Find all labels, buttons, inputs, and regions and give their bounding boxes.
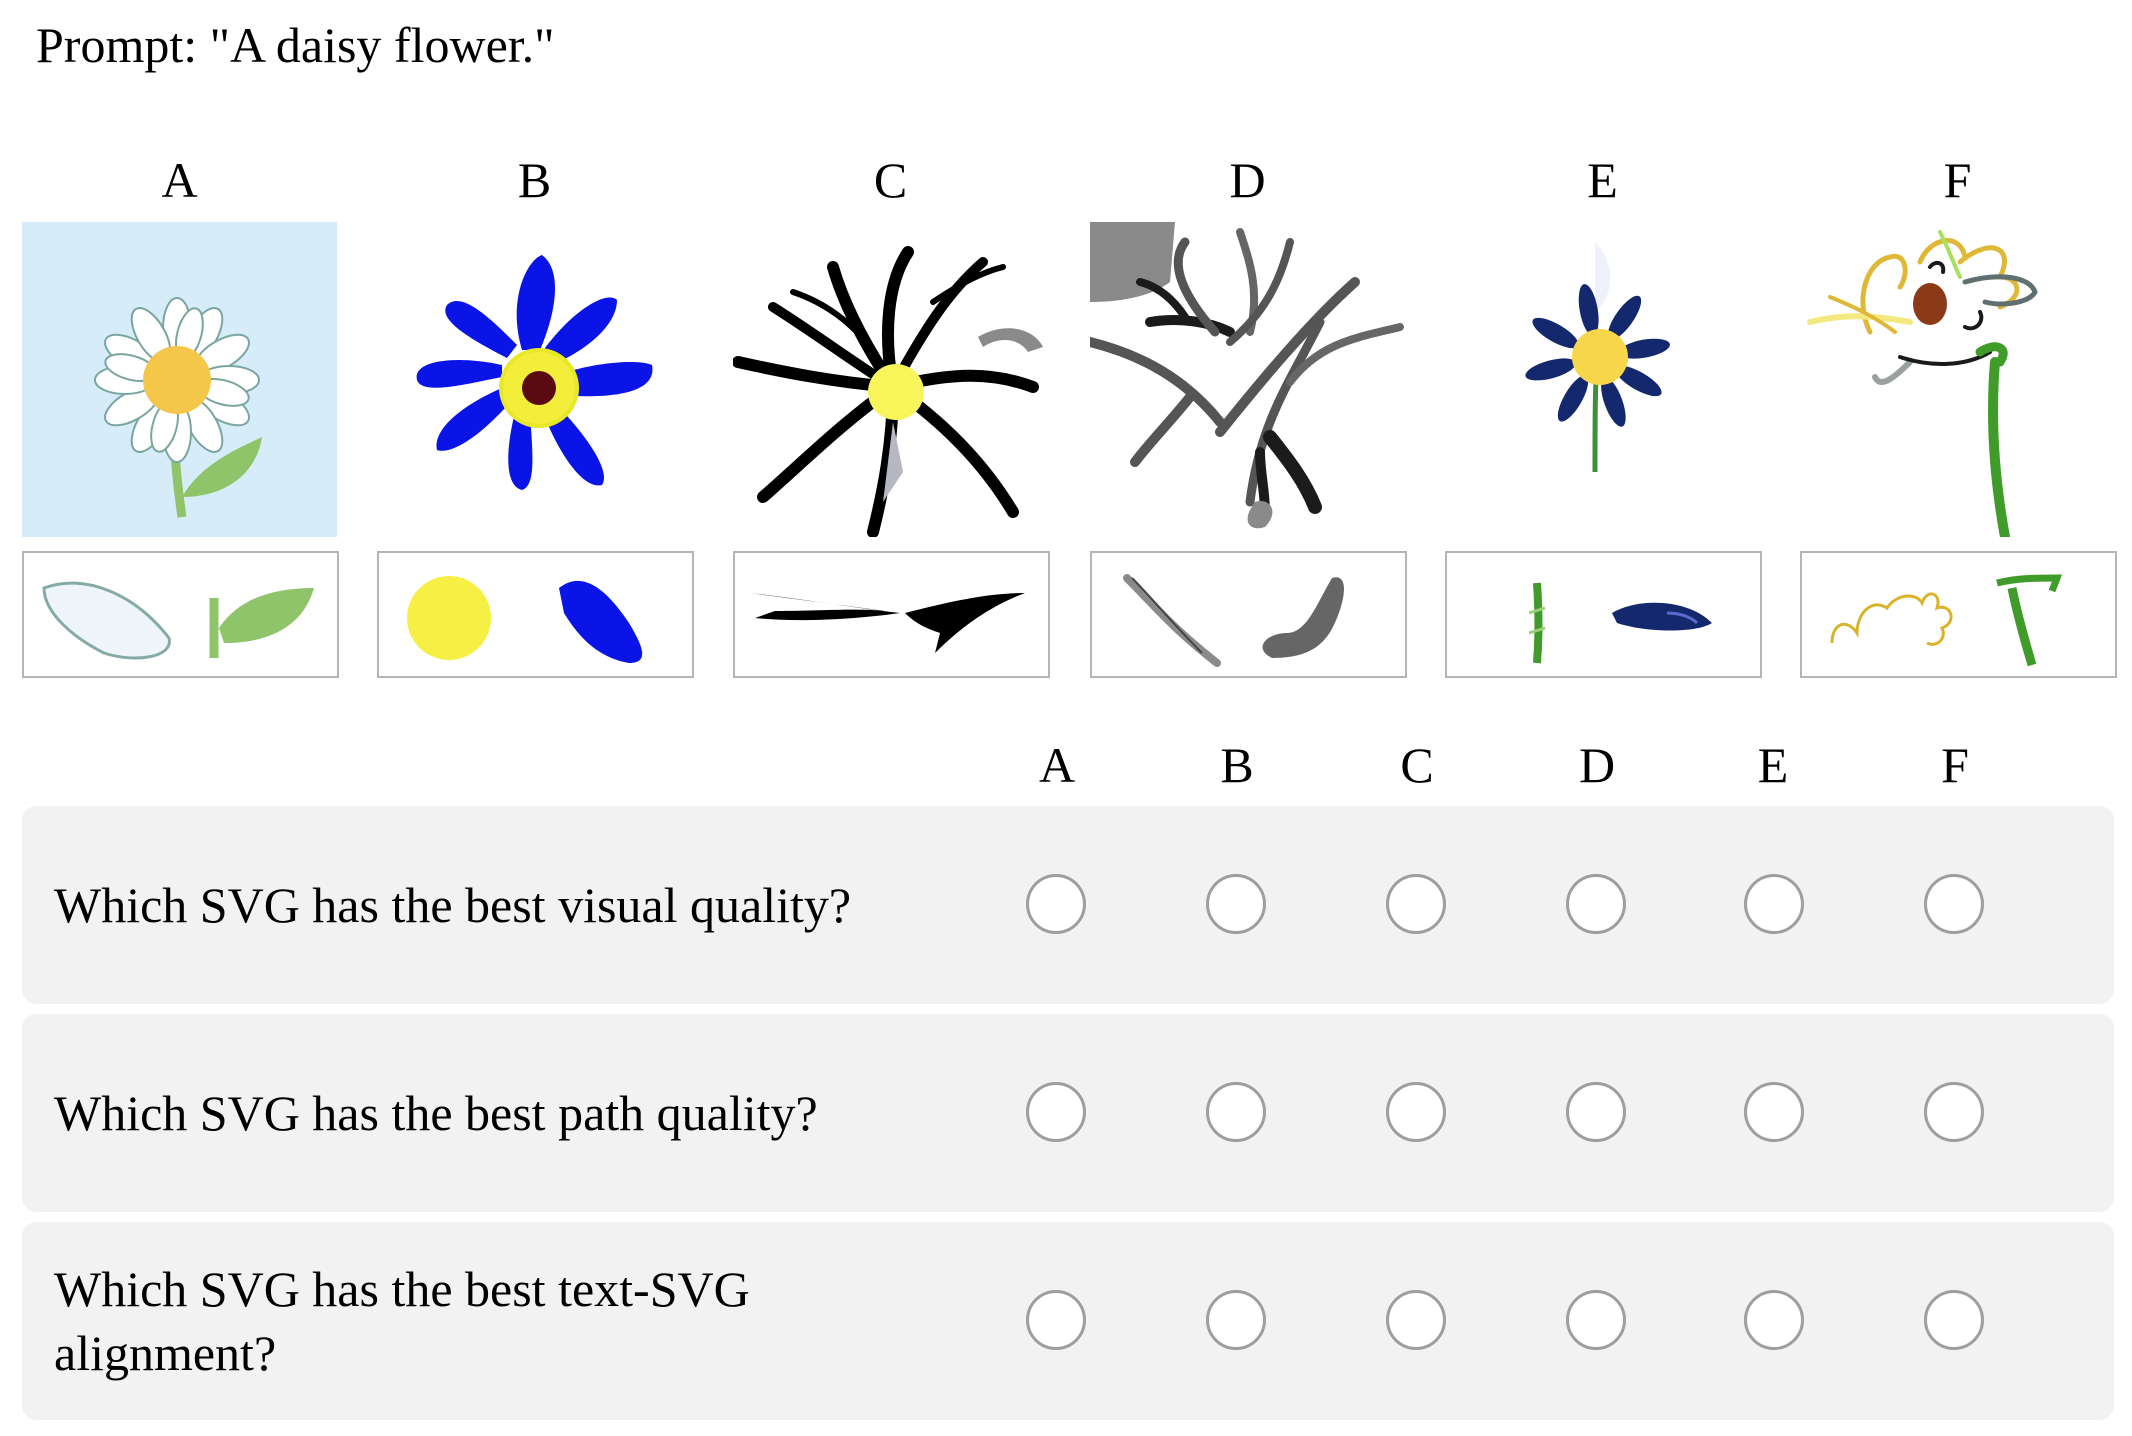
column-header-a: A xyxy=(1038,737,1076,793)
column-header-d: D xyxy=(1578,737,1616,793)
path-samples-d xyxy=(1090,551,1407,678)
radio-path-quality-e[interactable] xyxy=(1744,1082,1804,1142)
prompt-text: Prompt: "A daisy flower." xyxy=(36,17,555,73)
radio-alignment-f[interactable] xyxy=(1924,1290,1984,1350)
radio-visual-quality-d[interactable] xyxy=(1566,874,1626,934)
radio-path-quality-b[interactable] xyxy=(1206,1082,1266,1142)
option-label-e: E xyxy=(1587,152,1618,208)
radio-path-quality-a[interactable] xyxy=(1026,1082,1086,1142)
radio-path-quality-d[interactable] xyxy=(1566,1082,1626,1142)
svg-image-f xyxy=(1800,222,2115,537)
question-text: Which SVG has the best path quality? xyxy=(54,1085,818,1141)
option-label-d: D xyxy=(1229,152,1266,208)
radio-visual-quality-b[interactable] xyxy=(1206,874,1266,934)
path-samples-e xyxy=(1445,551,1762,678)
radio-alignment-c[interactable] xyxy=(1386,1290,1446,1350)
radio-visual-quality-a[interactable] xyxy=(1026,874,1086,934)
path-samples-b xyxy=(377,551,694,678)
svg-image-a xyxy=(22,222,337,537)
radio-path-quality-c[interactable] xyxy=(1386,1082,1446,1142)
column-header-b: B xyxy=(1220,737,1254,793)
column-header-e: E xyxy=(1757,737,1789,793)
question-row-visual-quality: Which SVG has the best visual quality? xyxy=(22,806,2114,1004)
radio-alignment-a[interactable] xyxy=(1026,1290,1086,1350)
radio-visual-quality-e[interactable] xyxy=(1744,874,1804,934)
path-samples-f xyxy=(1800,551,2117,678)
svg-image-b xyxy=(377,222,692,537)
radio-alignment-e[interactable] xyxy=(1744,1290,1804,1350)
question-row-path-quality: Which SVG has the best path quality? xyxy=(22,1014,2114,1212)
path-samples-c xyxy=(733,551,1050,678)
radio-visual-quality-f[interactable] xyxy=(1924,874,1984,934)
svg-image-e xyxy=(1445,222,1760,537)
radio-alignment-d[interactable] xyxy=(1566,1290,1626,1350)
option-label-f: F xyxy=(1943,152,1972,208)
column-header-f: F xyxy=(1941,737,1969,793)
radio-path-quality-f[interactable] xyxy=(1924,1082,1984,1142)
column-header-c: C xyxy=(1400,737,1434,793)
path-samples-a xyxy=(22,551,339,678)
option-label-a: A xyxy=(161,152,198,208)
question-text: Which SVG has the best text-SVG alignmen… xyxy=(54,1261,750,1381)
radio-alignment-b[interactable] xyxy=(1206,1290,1266,1350)
question-row-text-svg-alignment: Which SVG has the best text-SVG alignmen… xyxy=(22,1222,2114,1420)
svg-image-c xyxy=(733,222,1048,537)
option-label-b: B xyxy=(517,152,552,208)
question-text: Which SVG has the best visual quality? xyxy=(54,877,852,933)
svg-image-d xyxy=(1090,222,1405,537)
option-label-c: C xyxy=(873,152,908,208)
radio-visual-quality-c[interactable] xyxy=(1386,874,1446,934)
